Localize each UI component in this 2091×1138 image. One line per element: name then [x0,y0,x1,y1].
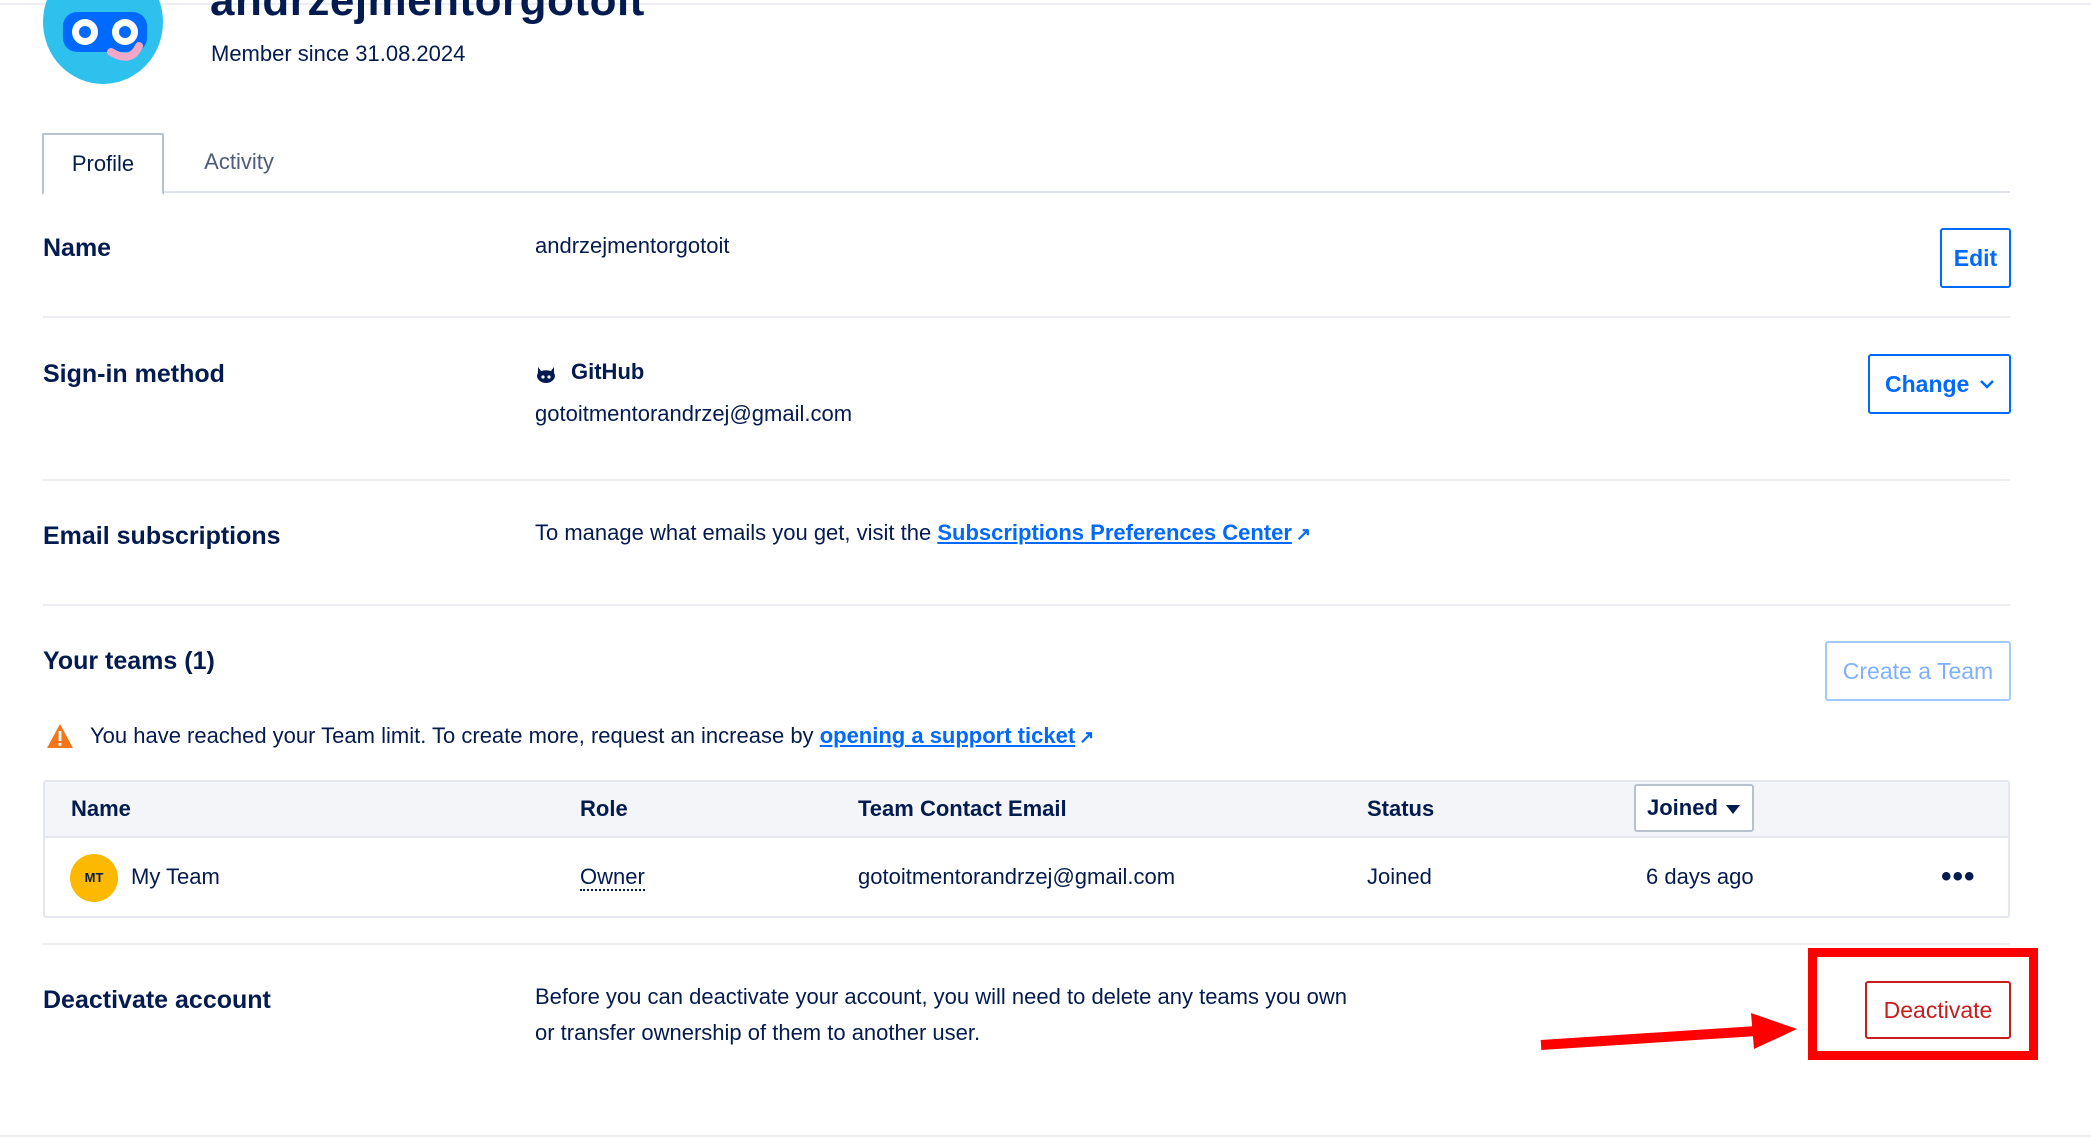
column-name: Name [71,796,131,821]
edit-button-label: Edit [1953,245,1998,271]
more-options-icon[interactable]: ••• [1941,836,1976,918]
create-team-label: Create a Team [1842,658,1994,684]
external-link-icon: ↗ [1295,524,1312,544]
change-signin-button[interactable]: Change [1868,354,2011,414]
teams-label: Your teams (1) [43,647,215,675]
team-status: Joined [1367,864,1432,889]
signin-label: Sign-in method [43,360,225,388]
github-icon [534,362,558,386]
team-role[interactable]: Owner [580,864,645,891]
divider [43,943,2010,945]
email-subscriptions-intro: To manage what emails you get, visit the [535,520,932,545]
support-ticket-link[interactable]: opening a support ticket [820,723,1075,748]
teams-table: Name Role Team Contact Email Status Join… [43,780,2010,918]
column-status: Status [1367,796,1435,821]
team-contact-email: gotoitmentorandrzej@gmail.com [858,864,1176,889]
joined-sort-button[interactable]: Joined [1634,784,1754,832]
create-team-button[interactable]: Create a Team [1825,641,2011,701]
name-value: andrzejmentorgotoit [535,233,730,258]
team-name[interactable]: My Team [131,836,220,918]
user-avatar [43,0,163,84]
divider [43,316,2010,318]
name-label: Name [43,234,112,262]
team-limit-warning: You have reached your Team limit. To cre… [90,723,1094,749]
divider [43,604,2010,606]
teams-table-header: Name Role Team Contact Email Status Join… [45,782,2008,838]
team-joined: 6 days ago [1646,864,1754,889]
username-heading: andrzejmentorgotoit [210,0,645,25]
annotation-highlight-box [1808,948,2038,1060]
warning-icon [46,723,74,754]
diver-avatar-icon [63,12,147,61]
deactivate-text-line1: Before you can deactivate your account, … [535,984,1348,1009]
tab-profile[interactable]: Profile [42,133,164,195]
tab-activity[interactable]: Activity [184,133,294,191]
joined-sort-label: Joined [1647,795,1718,820]
deactivate-text-line2: or transfer ownership of them to another… [535,1020,981,1045]
signin-provider: GitHub [571,359,645,384]
external-link-icon: ↗ [1079,727,1095,747]
divider [43,479,2010,481]
team-limit-text: You have reached your Team limit. To cre… [90,723,814,748]
caret-down-icon [1726,805,1740,814]
column-email: Team Contact Email [858,796,1067,821]
team-avatar: MT [70,854,118,902]
annotation-arrow-icon [1540,1013,1797,1050]
chevron-down-icon [1980,380,1994,389]
column-role: Role [580,796,628,821]
subscriptions-center-link[interactable]: Subscriptions Preferences Center [937,520,1292,545]
bottom-border [0,1135,2091,1137]
edit-name-button[interactable]: Edit [1940,228,2011,288]
member-since: Member since 31.08.2024 [211,41,466,66]
email-subscriptions-label: Email subscriptions [43,522,281,550]
change-button-label: Change [1885,371,1970,397]
profile-tabs: Profile Activity [42,133,2010,195]
email-subscriptions-text: To manage what emails you get, visit the… [535,520,1311,546]
signin-email: gotoitmentorandrzej@gmail.com [535,401,853,426]
deactivate-label: Deactivate account [43,986,271,1014]
